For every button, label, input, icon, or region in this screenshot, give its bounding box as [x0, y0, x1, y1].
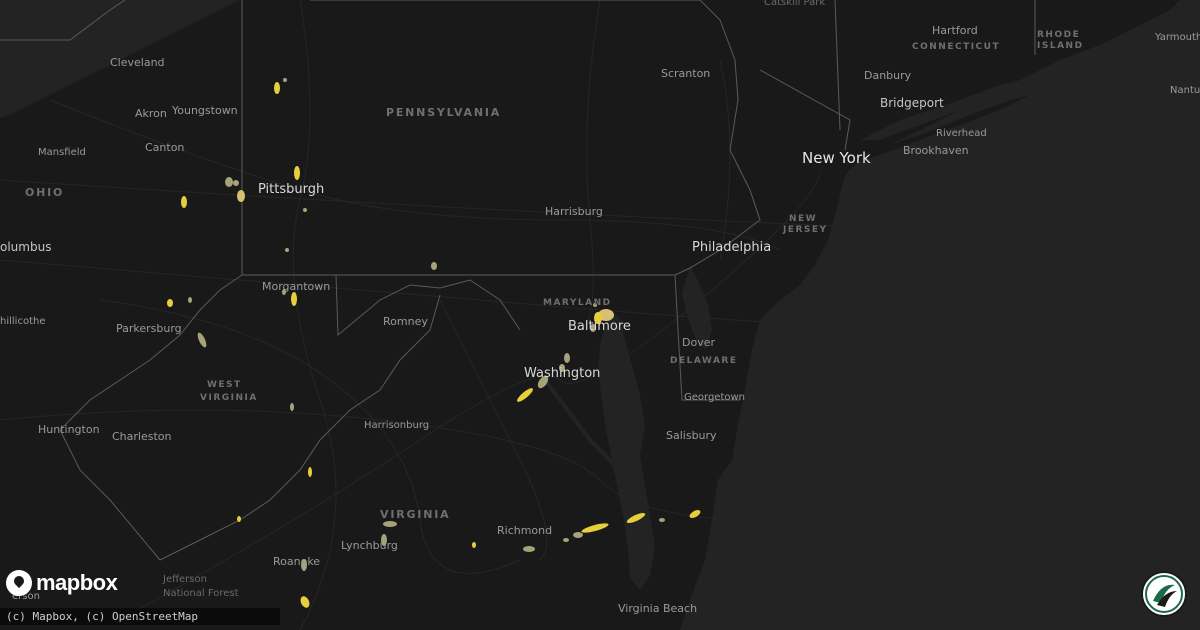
- hail-swath-icon: [559, 364, 565, 372]
- hail-swath-icon: [517, 388, 533, 402]
- hail-swath-icon: [225, 177, 233, 187]
- hail-swath-icon: [581, 523, 609, 533]
- hail-swath-icon: [291, 292, 297, 306]
- hail-swath-icon: [564, 353, 570, 363]
- chesapeake-bay: [598, 310, 655, 590]
- ny-ct-border: [834, 0, 841, 131]
- hail-swath-icon: [593, 303, 597, 307]
- map-attribution[interactable]: (c) Mapbox, (c) OpenStreetMap: [0, 608, 280, 625]
- mapbox-logo-icon: [6, 570, 32, 596]
- hail-swath-icon: [181, 196, 187, 208]
- hail-swath-icon: [383, 521, 397, 527]
- pa-nj-border: [674, 0, 761, 276]
- hail-swath-icon: [308, 467, 312, 477]
- hail-swath-icon: [590, 324, 596, 332]
- mapbox-wordmark: mapbox: [36, 570, 118, 595]
- brand-badge-icon: [1145, 575, 1183, 613]
- hail-swath-icon: [283, 78, 287, 82]
- hail-swath-icon: [472, 542, 476, 548]
- hail-swath-icon: [300, 596, 310, 608]
- hail-swath-icon: [301, 559, 307, 571]
- hail-swath-icon: [573, 532, 583, 538]
- wv-md-border: [335, 274, 521, 337]
- hail-swath-icon: [188, 297, 192, 303]
- mapbox-logo[interactable]: mapbox: [6, 570, 118, 596]
- hail-swath-icon: [237, 190, 245, 202]
- wv-oh-border: [59, 274, 243, 431]
- hail-swath-icon: [285, 248, 289, 252]
- hail-swath-icon: [523, 546, 535, 552]
- hail-swath-icon: [594, 312, 602, 324]
- wv-ky-border: [59, 429, 161, 561]
- hail-swath-icon: [282, 289, 286, 295]
- brand-badge[interactable]: [1141, 571, 1187, 617]
- hail-swath-icon: [274, 82, 280, 94]
- hail-swath-icon: [290, 403, 294, 411]
- hail-swath-icon: [294, 166, 300, 180]
- hail-swath-icon: [233, 180, 239, 186]
- hail-swath-icon: [431, 262, 437, 270]
- atlantic-ocean: [680, 0, 1200, 630]
- weather-map[interactable]: Catskill Park Hartford CONNECTICUT RHODE…: [0, 0, 1200, 630]
- hail-swath-icon: [563, 538, 569, 542]
- hail-swath-icon: [303, 208, 307, 212]
- hail-swath-icon: [689, 510, 701, 518]
- hail-swath-icon: [659, 518, 665, 522]
- hail-swath-icon: [197, 332, 207, 348]
- ny-nj-border: [759, 69, 851, 151]
- map-canvas: [0, 0, 1200, 630]
- hail-swath-icon: [167, 299, 173, 307]
- lake-erie: [0, 0, 240, 118]
- hail-swath-icon: [237, 516, 241, 522]
- hail-swath-icon: [381, 534, 387, 546]
- delaware-bay: [682, 265, 712, 350]
